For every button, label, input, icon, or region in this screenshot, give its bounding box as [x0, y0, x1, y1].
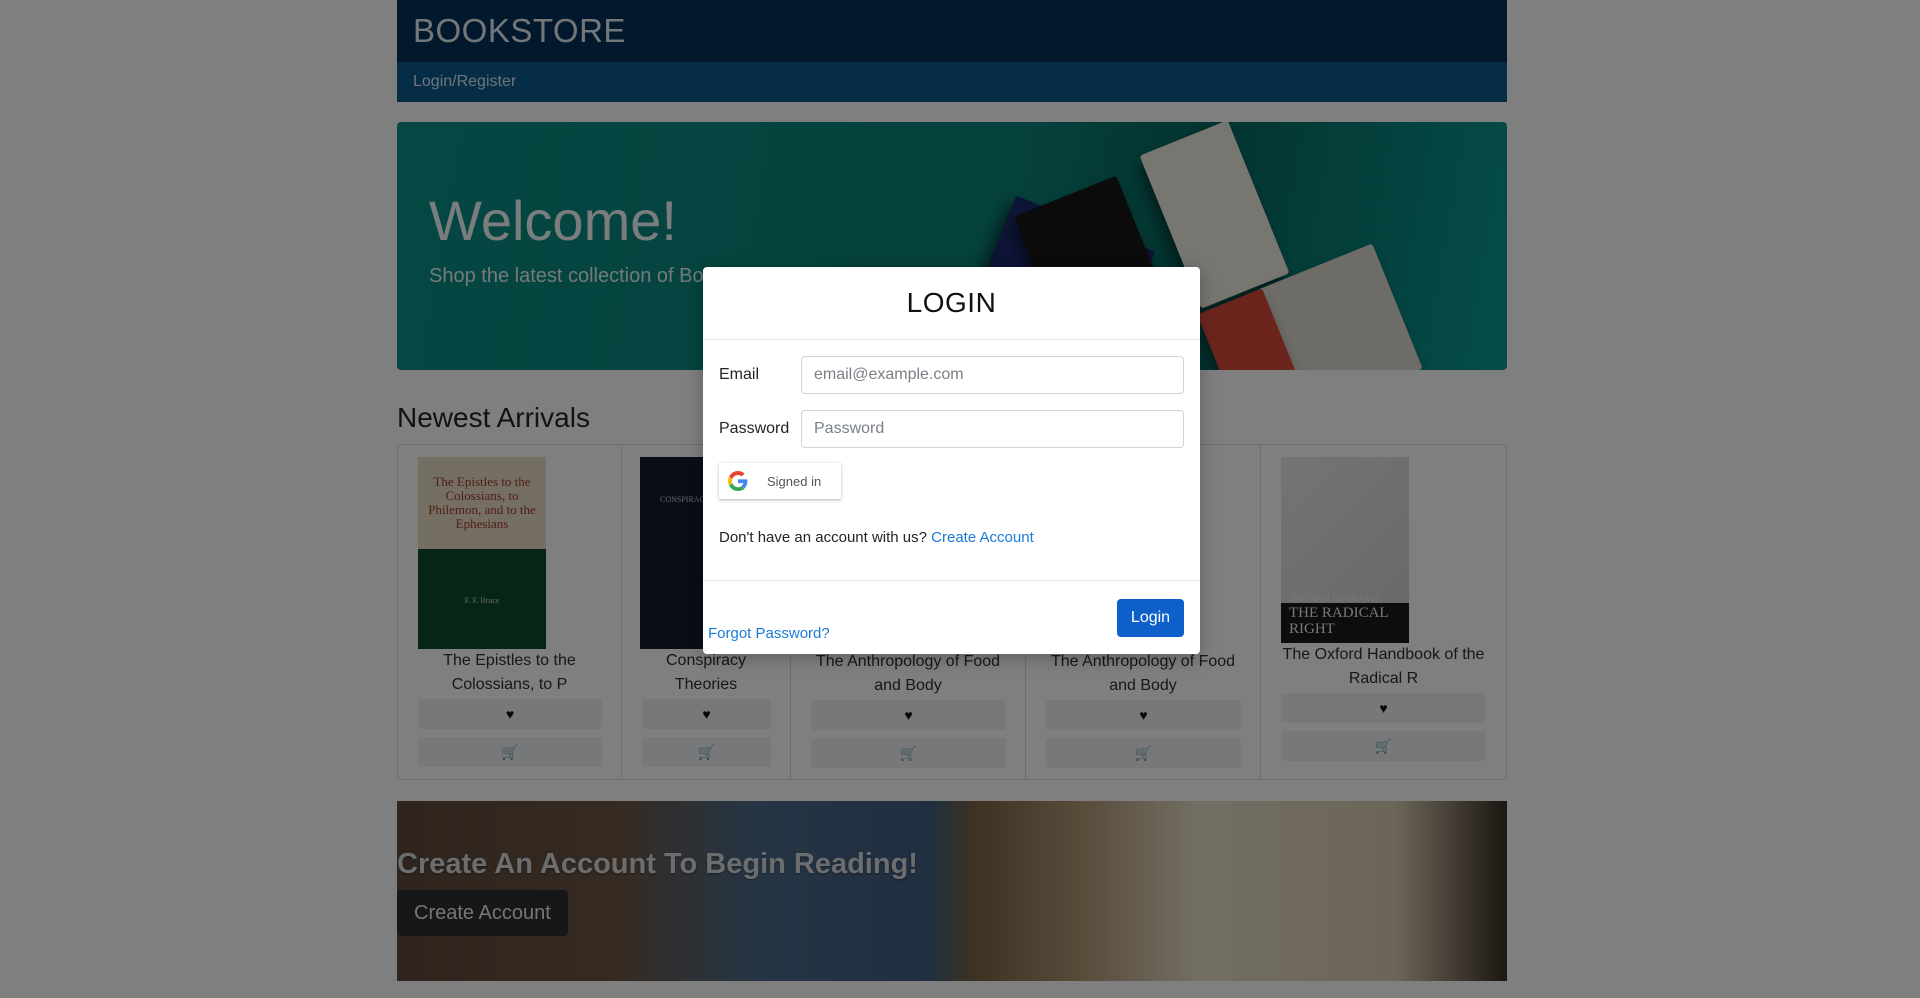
forgot-password-link[interactable]: Forgot Password?: [708, 625, 830, 642]
signup-prompt-line: Don't have an account with us? Create Ac…: [719, 529, 1034, 546]
password-row: Password: [719, 410, 1184, 448]
create-account-link[interactable]: Create Account: [931, 529, 1034, 546]
modal-header: LOGIN: [703, 267, 1200, 340]
modal-footer-divider: [703, 580, 1200, 581]
google-signin-button[interactable]: Signed in: [719, 463, 841, 499]
login-button[interactable]: Login: [1117, 599, 1184, 637]
google-signin-label: Signed in: [767, 473, 822, 489]
login-modal: LOGIN Email Password Signed in Don't hav…: [703, 267, 1200, 654]
email-row: Email: [719, 356, 1184, 394]
email-label: Email: [719, 366, 760, 383]
signup-prompt: Don't have an account with us?: [719, 529, 927, 546]
email-input[interactable]: [801, 356, 1184, 394]
google-icon: [728, 471, 748, 491]
modal-title: LOGIN: [906, 287, 997, 318]
password-input[interactable]: [801, 410, 1184, 448]
password-label: Password: [719, 420, 790, 437]
